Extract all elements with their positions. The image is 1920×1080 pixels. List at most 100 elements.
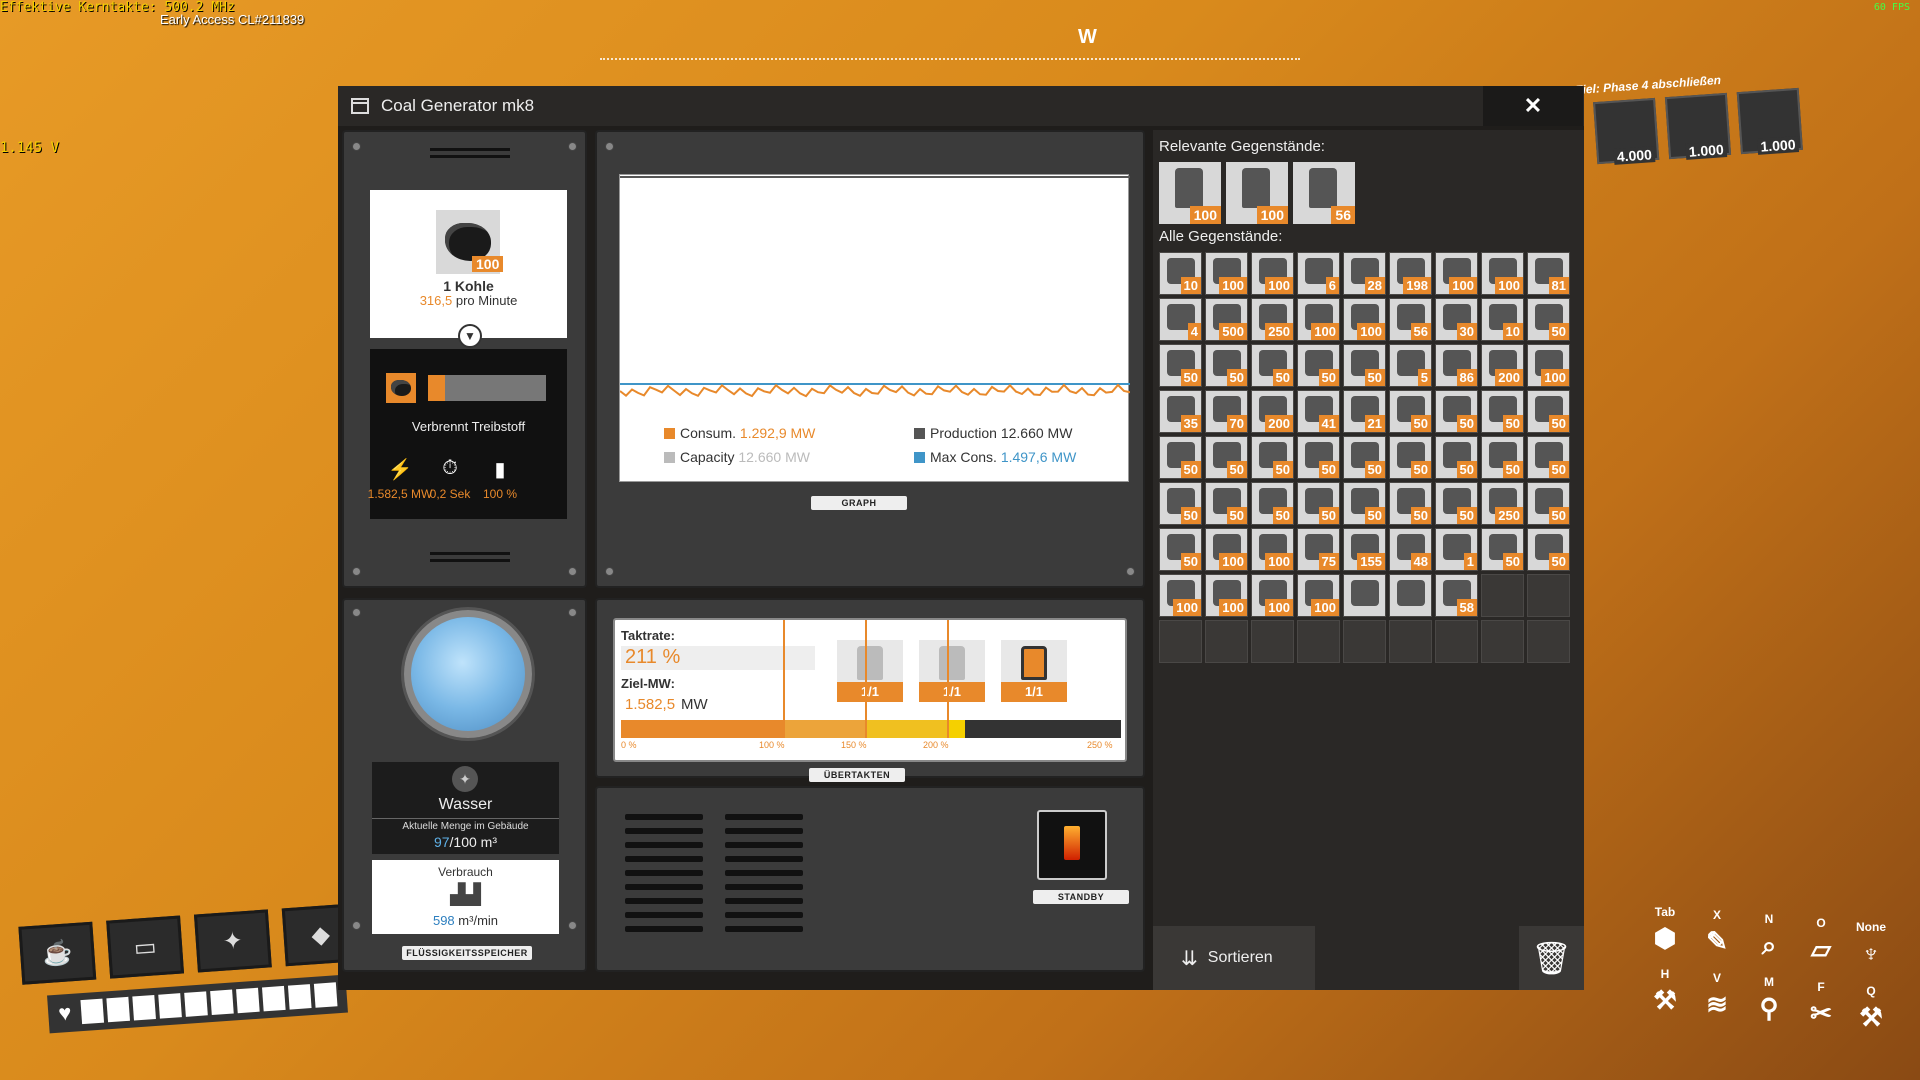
clock-rate-input[interactable]: 211 % bbox=[621, 646, 815, 670]
hotbar-slot[interactable]: ✦ bbox=[193, 909, 272, 973]
inventory-slot[interactable]: 100 bbox=[1343, 298, 1386, 341]
inventory-slot[interactable]: 58 bbox=[1435, 574, 1478, 617]
relevant-item-slot[interactable]: 100 bbox=[1159, 162, 1221, 224]
inventory-slot[interactable]: 50 bbox=[1159, 482, 1202, 525]
inventory-slot[interactable] bbox=[1205, 620, 1248, 663]
clock-slider[interactable] bbox=[621, 620, 1121, 738]
inventory-slot[interactable]: 81 bbox=[1527, 252, 1570, 295]
inventory-slot[interactable]: 70 bbox=[1205, 390, 1248, 433]
inventory-slot[interactable]: 198 bbox=[1389, 252, 1432, 295]
inventory-slot[interactable]: 50 bbox=[1435, 482, 1478, 525]
inventory-slot[interactable]: 100 bbox=[1251, 252, 1294, 295]
inventory-slot[interactable]: 100 bbox=[1205, 528, 1248, 571]
inventory-slot[interactable]: 35 bbox=[1159, 390, 1202, 433]
inventory-slot[interactable] bbox=[1435, 620, 1478, 663]
relevant-item-slot[interactable]: 100 bbox=[1226, 162, 1288, 224]
inventory-slot[interactable]: 50 bbox=[1527, 390, 1570, 433]
inventory-slot[interactable]: 200 bbox=[1251, 390, 1294, 433]
sort-button[interactable]: ⇊ Sortieren bbox=[1153, 926, 1315, 990]
inventory-slot[interactable]: 5 bbox=[1389, 344, 1432, 387]
inventory-slot[interactable] bbox=[1389, 620, 1432, 663]
inventory-slot[interactable]: 75 bbox=[1297, 528, 1340, 571]
key-n[interactable]: N ⌕ bbox=[1744, 912, 1794, 962]
inventory-slot[interactable]: 50 bbox=[1159, 344, 1202, 387]
close-button[interactable]: ✕ bbox=[1483, 86, 1583, 126]
inventory-slot[interactable]: 4 bbox=[1159, 298, 1202, 341]
inventory-slot[interactable]: 10 bbox=[1159, 252, 1202, 295]
inventory-slot[interactable]: 155 bbox=[1343, 528, 1386, 571]
inventory-slot[interactable] bbox=[1297, 620, 1340, 663]
inventory-slot[interactable]: 250 bbox=[1251, 298, 1294, 341]
inventory-slot[interactable]: 50 bbox=[1297, 344, 1340, 387]
inventory-slot[interactable]: 50 bbox=[1343, 436, 1386, 479]
power-shard-slot[interactable]: 1/1 bbox=[837, 640, 903, 702]
key-v[interactable]: V ≋ bbox=[1692, 971, 1742, 1020]
inventory-slot[interactable]: 50 bbox=[1251, 482, 1294, 525]
inventory-slot[interactable]: 50 bbox=[1159, 528, 1202, 571]
inventory-slot[interactable]: 50 bbox=[1297, 482, 1340, 525]
inventory-slot[interactable]: 50 bbox=[1343, 344, 1386, 387]
fuel-slot[interactable]: 100 1 Kohle 316,5 pro Minute bbox=[370, 190, 567, 338]
inventory-slot[interactable]: 41 bbox=[1297, 390, 1340, 433]
inventory-slot[interactable] bbox=[1481, 574, 1524, 617]
inventory-slot[interactable]: 10 bbox=[1481, 298, 1524, 341]
inventory-slot[interactable]: 50 bbox=[1527, 298, 1570, 341]
standby-switch[interactable] bbox=[1037, 810, 1107, 880]
inventory-slot[interactable]: 50 bbox=[1389, 436, 1432, 479]
inventory-slot[interactable]: 56 bbox=[1389, 298, 1432, 341]
inventory-slot[interactable]: 50 bbox=[1481, 436, 1524, 479]
key-m[interactable]: M ⚲ bbox=[1744, 975, 1794, 1024]
tab-graph[interactable]: GRAPH bbox=[811, 496, 907, 510]
inventory-slot[interactable] bbox=[1527, 574, 1570, 617]
relevant-item-slot[interactable]: 56 bbox=[1293, 162, 1355, 224]
inventory-slot[interactable]: 86 bbox=[1435, 344, 1478, 387]
inventory-slot[interactable]: 100 bbox=[1251, 528, 1294, 571]
inventory-slot[interactable]: 50 bbox=[1527, 482, 1570, 525]
key-o[interactable]: O ▱ bbox=[1796, 916, 1846, 965]
inventory-slot[interactable]: 21 bbox=[1343, 390, 1386, 433]
inventory-slot[interactable]: 100 bbox=[1159, 574, 1202, 617]
inventory-slot[interactable]: 500 bbox=[1205, 298, 1248, 341]
inventory-slot[interactable]: 100 bbox=[1297, 298, 1340, 341]
inventory-slot[interactable] bbox=[1251, 620, 1294, 663]
inventory-slot[interactable] bbox=[1343, 620, 1386, 663]
inventory-slot[interactable] bbox=[1159, 620, 1202, 663]
inventory-slot[interactable]: 50 bbox=[1435, 390, 1478, 433]
hotbar-slot[interactable]: ☕ bbox=[18, 921, 97, 985]
trash-button[interactable]: 🗑 bbox=[1519, 926, 1584, 990]
inventory-slot[interactable]: 50 bbox=[1159, 436, 1202, 479]
inventory-slot[interactable]: 50 bbox=[1251, 344, 1294, 387]
tab-overclock[interactable]: ÜBERTAKTEN bbox=[809, 768, 905, 782]
inventory-slot[interactable]: 28 bbox=[1343, 252, 1386, 295]
inventory-slot[interactable]: 100 bbox=[1297, 574, 1340, 617]
inventory-slot[interactable] bbox=[1481, 620, 1524, 663]
inventory-slot[interactable]: 50 bbox=[1527, 528, 1570, 571]
inventory-slot[interactable]: 50 bbox=[1343, 482, 1386, 525]
inventory-slot[interactable]: 50 bbox=[1251, 436, 1294, 479]
inventory-slot[interactable]: 100 bbox=[1251, 574, 1294, 617]
key-tab[interactable]: Tab ⬢ bbox=[1640, 905, 1690, 954]
inventory-slot[interactable]: 50 bbox=[1481, 390, 1524, 433]
key-q[interactable]: Q ⚒ bbox=[1846, 984, 1896, 1033]
tab-fluid-storage[interactable]: FLÜSSIGKEITSSPEICHER bbox=[402, 946, 532, 960]
inventory-slot[interactable]: 100 bbox=[1205, 252, 1248, 295]
inventory-slot[interactable]: 50 bbox=[1205, 436, 1248, 479]
inventory-slot[interactable]: 100 bbox=[1205, 574, 1248, 617]
inventory-slot[interactable]: 250 bbox=[1481, 482, 1524, 525]
inventory-slot[interactable] bbox=[1389, 574, 1432, 617]
inventory-slot[interactable]: 50 bbox=[1205, 482, 1248, 525]
inventory-slot[interactable]: 1 bbox=[1435, 528, 1478, 571]
inventory-slot[interactable]: 50 bbox=[1205, 344, 1248, 387]
inventory-slot[interactable]: 30 bbox=[1435, 298, 1478, 341]
inventory-slot[interactable]: 100 bbox=[1527, 344, 1570, 387]
inventory-slot[interactable]: 6 bbox=[1297, 252, 1340, 295]
inventory-slot[interactable]: 100 bbox=[1435, 252, 1478, 295]
inventory-slot[interactable]: 50 bbox=[1297, 436, 1340, 479]
inventory-slot[interactable] bbox=[1343, 574, 1386, 617]
inventory-slot[interactable]: 200 bbox=[1481, 344, 1524, 387]
inventory-slot[interactable]: 50 bbox=[1389, 482, 1432, 525]
target-mw-input[interactable]: 1.582,5 MW bbox=[625, 696, 708, 713]
key-f[interactable]: F ✂ bbox=[1796, 980, 1846, 1029]
inventory-slot[interactable] bbox=[1527, 620, 1570, 663]
hotbar-slot[interactable]: ▭ bbox=[106, 915, 185, 979]
